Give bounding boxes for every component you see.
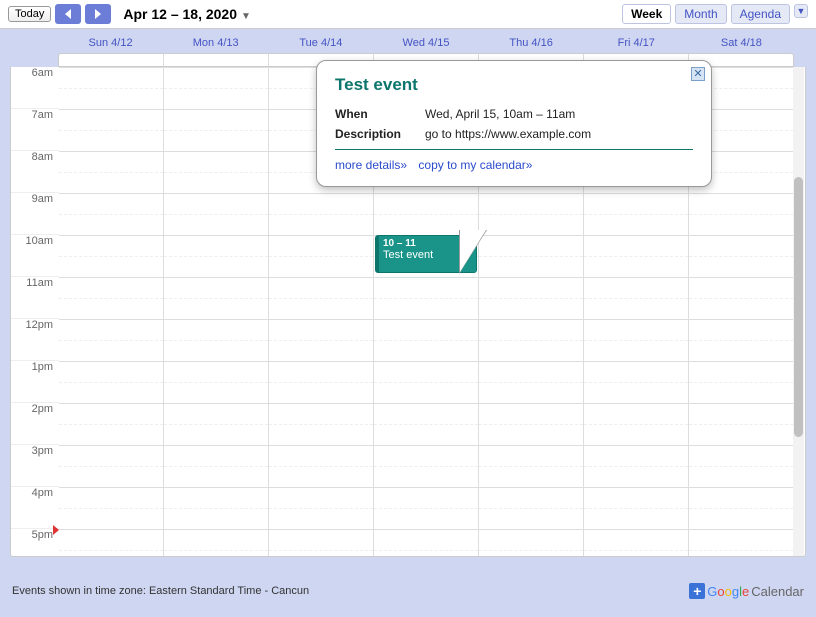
hour-labels: 6am7am8am9am10am11am12pm1pm2pm3pm4pm5pm (11, 67, 59, 557)
day-header-sun[interactable]: Sun 4/12 (58, 33, 163, 53)
hour-label: 7am (11, 109, 59, 151)
brand-calendar-text: Calendar (751, 584, 804, 599)
hour-label: 8am (11, 151, 59, 193)
event-title: Test event (383, 249, 472, 261)
popup-divider (335, 149, 693, 150)
chevron-left-icon (64, 7, 72, 22)
day-header-mon[interactable]: Mon 4/13 (163, 33, 268, 53)
day-column[interactable] (59, 67, 164, 557)
day-header-thu[interactable]: Thu 4/16 (479, 33, 584, 53)
copy-calendar-link[interactable]: copy to my calendar» (418, 158, 532, 172)
event-block[interactable]: 10 – 11Test event (375, 235, 477, 273)
hour-label: 2pm (11, 403, 59, 445)
tab-month[interactable]: Month (675, 4, 726, 24)
more-details-link[interactable]: more details» (335, 158, 407, 172)
popup-desc-value: go to https://www.example.com (425, 127, 693, 141)
prev-button[interactable] (55, 4, 81, 24)
today-button[interactable]: Today (8, 6, 51, 22)
allday-cell[interactable] (164, 54, 269, 66)
day-header-sat[interactable]: Sat 4/18 (689, 33, 794, 53)
chevron-down-icon: ▼ (797, 6, 806, 16)
hour-label: 4pm (11, 487, 59, 529)
hour-label: 3pm (11, 445, 59, 487)
google-calendar-brand[interactable]: + Google Calendar (689, 583, 804, 599)
popup-when-label: When (335, 107, 425, 121)
allday-cell[interactable] (59, 54, 164, 66)
day-column[interactable] (164, 67, 269, 557)
timezone-text: Events shown in time zone: Eastern Stand… (12, 585, 309, 597)
google-logo-icon: Google (707, 584, 749, 599)
hour-label: 9am (11, 193, 59, 235)
now-marker-icon (53, 525, 59, 535)
hour-label: 11am (11, 277, 59, 319)
toolbar: Today Apr 12 – 18, 2020▼ Week Month Agen… (0, 0, 816, 29)
popup-desc-label: Description (335, 127, 425, 141)
tab-agenda[interactable]: Agenda (731, 4, 790, 24)
tab-week[interactable]: Week (622, 4, 671, 24)
dropdown-arrow-icon: ▼ (241, 11, 251, 22)
agenda-dropdown[interactable]: ▼ (794, 4, 808, 18)
popup-links: more details» copy to my calendar» (335, 158, 693, 172)
footer: Events shown in time zone: Eastern Stand… (12, 583, 804, 599)
chevron-right-icon (94, 7, 102, 22)
date-range[interactable]: Apr 12 – 18, 2020▼ (123, 6, 251, 22)
popup-title: Test event (335, 75, 693, 95)
hour-label: 6am (11, 67, 59, 109)
close-icon: ✕ (693, 68, 702, 80)
plus-icon: + (689, 583, 705, 599)
popup-when-value: Wed, April 15, 10am – 11am (425, 107, 693, 121)
close-button[interactable]: ✕ (691, 67, 705, 81)
event-popup: ✕ Test event When Wed, April 15, 10am – … (316, 60, 712, 187)
view-tabs: Week Month Agenda ▼ (622, 4, 808, 24)
day-header-wed[interactable]: Wed 4/15 (373, 33, 478, 53)
event-time: 10 – 11 (383, 238, 472, 249)
day-header-fri[interactable]: Fri 4/17 (584, 33, 689, 53)
hour-label: 1pm (11, 361, 59, 403)
hour-label: 10am (11, 235, 59, 277)
hour-label: 5pm (11, 529, 59, 557)
day-header-tue[interactable]: Tue 4/14 (268, 33, 373, 53)
hour-label: 12pm (11, 319, 59, 361)
next-button[interactable] (85, 4, 111, 24)
day-headers: Sun 4/12 Mon 4/13 Tue 4/14 Wed 4/15 Thu … (58, 33, 806, 53)
